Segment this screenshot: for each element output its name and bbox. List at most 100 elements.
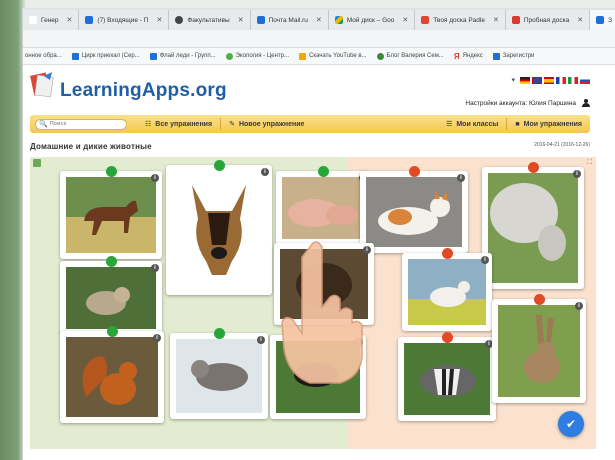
close-icon[interactable]: ✕ (493, 16, 499, 24)
browser-tab[interactable]: Мой диск – Goo ✕ (328, 10, 416, 30)
info-icon[interactable]: i (457, 174, 465, 182)
pencil-icon: ✎ (229, 121, 235, 128)
tab-label: Почта Mail.ru (268, 16, 308, 24)
search-icon: 🔍 (39, 121, 48, 128)
bookmark-item[interactable]: Флай леди - Групп... (149, 52, 216, 60)
folder-icon: ■ (515, 120, 520, 128)
squirrel-image (66, 337, 158, 417)
browser-tab[interactable]: З (590, 10, 615, 30)
browser-tab[interactable]: Факультативы ✕ (169, 10, 251, 30)
browser-tab[interactable]: Генер ✕ (23, 10, 80, 30)
bookmark-label: Флай леди - Групп... (159, 53, 216, 59)
close-icon[interactable]: ✕ (577, 16, 583, 24)
info-icon[interactable]: i (257, 336, 265, 344)
green-marker (214, 328, 225, 339)
yandex-icon: Я (453, 51, 460, 61)
close-icon[interactable]: ✕ (238, 16, 244, 24)
mail-icon (256, 16, 265, 24)
flag-fr-icon[interactable] (556, 76, 566, 84)
red-marker (534, 294, 545, 305)
info-icon[interactable]: i (153, 334, 161, 342)
green-marker (107, 326, 118, 337)
close-icon[interactable]: ✕ (156, 16, 162, 24)
logo-icon[interactable] (30, 70, 56, 98)
animal-card-german-shepherd[interactable]: i (166, 160, 272, 295)
tab-label: (7) Входящие - П (97, 16, 149, 24)
search-box[interactable]: 🔍 Поиск (35, 118, 127, 130)
bookmark-item[interactable]: Цирк приехал (Сер... (71, 52, 140, 60)
nav-my-classes[interactable]: ☰ Мои классы (438, 115, 506, 133)
leaf-icon (225, 52, 233, 60)
flag-de-icon[interactable] (520, 76, 530, 84)
list-icon: ☰ (446, 121, 453, 128)
date-label: 2016-04-21 (2016-12-26) (534, 142, 590, 148)
padlet-icon (421, 16, 430, 24)
user-icon[interactable] (582, 99, 590, 107)
animal-card-cat[interactable]: i (360, 166, 468, 253)
fullscreen-icon[interactable]: ⛶ (587, 159, 592, 167)
chevron-down-icon[interactable]: ▾ (511, 76, 515, 84)
animal-card-hare[interactable]: i (492, 294, 586, 403)
site-logo[interactable]: LearningApps.org (60, 80, 227, 102)
nav-my-exercises[interactable]: ■ Мои упражнения (507, 115, 590, 133)
animal-card-horse[interactable]: i (60, 166, 162, 259)
green-marker (106, 256, 117, 267)
animal-card-wolf[interactable]: i (170, 328, 268, 419)
browser-tab[interactable]: Пробная доска ✕ (505, 10, 591, 30)
search-input[interactable]: Поиск (50, 121, 67, 127)
bookmark-icon (71, 52, 79, 60)
tab-label: Твоя доска Padle (433, 16, 485, 24)
info-icon[interactable]: i (481, 256, 489, 264)
tab-bar: Генер ✕ (7) Входящие - П ✕ Факультативы ✕ П… (23, 8, 615, 30)
close-icon[interactable]: ✕ (402, 16, 408, 24)
bookmark-item[interactable]: Блог Валерия Сем... (376, 52, 444, 60)
check-button[interactable]: ✔ (558, 411, 584, 437)
browser-tab[interactable]: Твоя доска Padle ✕ (415, 10, 506, 30)
hare-image (498, 305, 580, 397)
animal-card-pig[interactable]: i (276, 166, 370, 245)
address-bar[interactable] (23, 30, 615, 48)
nav-new-exercise[interactable]: ✎ Новое упражнение (221, 115, 312, 133)
browser-tab[interactable]: (7) Входящие - П ✕ (79, 10, 170, 30)
animal-card-sheep[interactable]: i (482, 162, 584, 289)
bookmark-item[interactable]: Зарегистри (492, 52, 534, 60)
bookmark-item[interactable]: Я Яндекс (454, 52, 483, 61)
bookmark-item[interactable]: Экология - Центр... (225, 52, 289, 60)
nav-label: Мои упражнения (523, 120, 582, 128)
app-icon[interactable] (33, 159, 41, 167)
flag-es-icon[interactable] (544, 76, 554, 84)
bookmark-label: Цирк приехал (Сер... (81, 53, 140, 59)
flag-uk-icon[interactable] (532, 76, 542, 84)
info-icon[interactable]: i (575, 302, 583, 310)
blog-icon (376, 52, 384, 60)
board-icon (511, 16, 520, 24)
info-icon[interactable]: i (151, 174, 159, 182)
bookmark-item[interactable]: онное обра... (25, 53, 62, 59)
tab-favicon-icon (29, 16, 37, 24)
check-icon: ✔ (565, 417, 577, 431)
language-selector[interactable]: ▾ (511, 76, 590, 84)
close-icon[interactable]: ✕ (67, 16, 73, 24)
flag-ru-icon[interactable] (580, 76, 590, 84)
horse-image (66, 177, 156, 253)
animal-card-lynx[interactable]: i (60, 256, 162, 335)
bookmark-label: Блог Валерия Сем... (386, 53, 444, 59)
flag-it-icon[interactable] (568, 76, 578, 84)
wolf-image (176, 339, 262, 413)
tab-favicon-icon (596, 16, 605, 24)
info-icon[interactable]: i (151, 264, 159, 272)
animal-card-squirrel[interactable]: i (60, 326, 164, 423)
account-settings[interactable]: Настройки аккаунта: Юлия Паршина (465, 99, 590, 107)
animal-card-goat[interactable]: i (402, 248, 492, 331)
browser-tab[interactable]: Почта Mail.ru ✕ (250, 10, 329, 30)
info-icon[interactable]: i (573, 170, 581, 178)
dog-image (172, 171, 266, 289)
download-icon (299, 52, 306, 60)
nav-label: Новое упражнение (238, 120, 305, 128)
badger-image (404, 343, 490, 415)
close-icon[interactable]: ✕ (316, 16, 322, 24)
animal-card-badger[interactable]: i (398, 332, 496, 421)
bookmark-item[interactable]: Скачать YouTube в... (299, 52, 367, 60)
nav-all-exercises[interactable]: ☷ Все упражнения (137, 115, 220, 133)
info-icon[interactable]: i (261, 168, 269, 176)
